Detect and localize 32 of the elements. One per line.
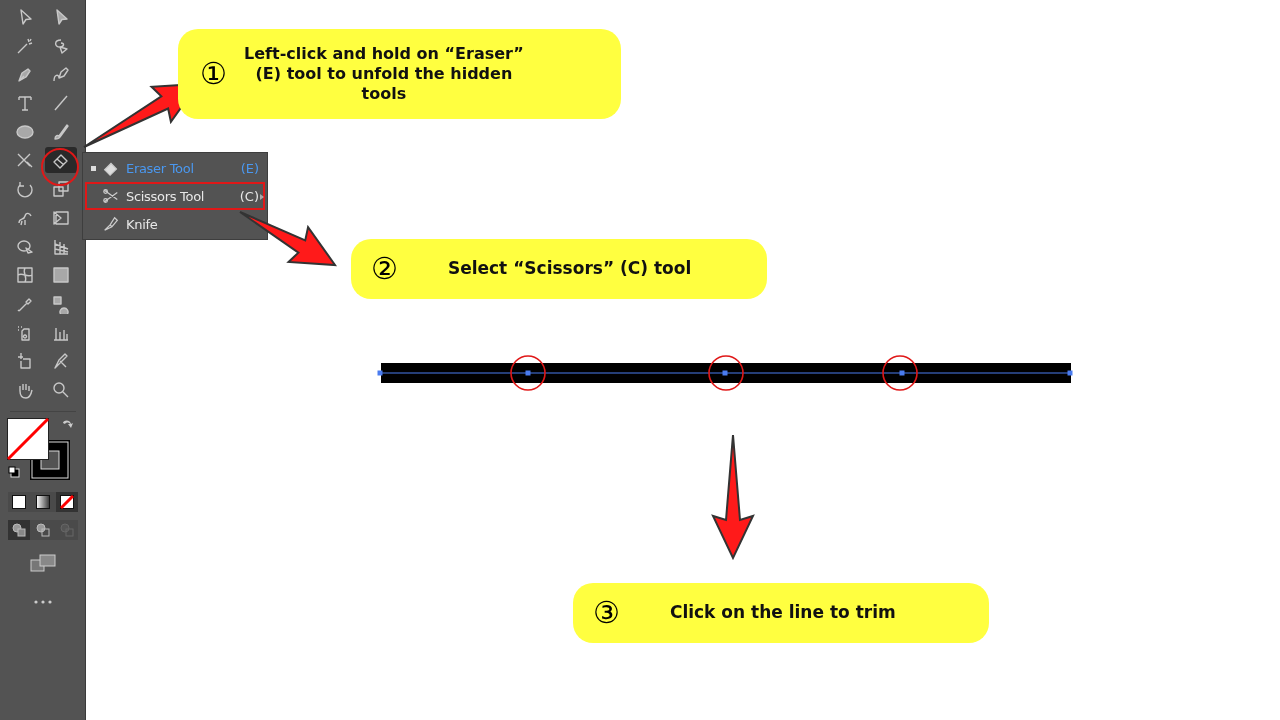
step-number: ③: [593, 598, 620, 628]
scale-icon: [50, 179, 71, 200]
mesh-icon: [14, 265, 35, 286]
draw-mode-icon: [35, 522, 50, 537]
draw-mode-icon: [11, 522, 26, 537]
draw-mode-button[interactable]: [7, 519, 30, 540]
callout-text: Left-click and hold on “Eraser” (E) tool to unfold the hidden tools: [243, 44, 525, 104]
screen-mode-icon[interactable]: [29, 553, 56, 572]
color-mode-button[interactable]: [55, 491, 78, 512]
gradient-swatch-icon: [35, 494, 50, 509]
fill-swatch[interactable]: [6, 417, 49, 460]
flyout-menu-item[interactable]: Scissors Tool (C): [85, 182, 265, 210]
scissors-icon: [102, 187, 120, 205]
callout-text: Select “Scissors” (C) tool: [447, 258, 692, 280]
submenu-arrow-icon: [260, 194, 264, 200]
gradient-icon: [50, 265, 71, 286]
highlight-circle: [41, 148, 79, 186]
draw-mode-icon: [59, 522, 74, 537]
tool-button[interactable]: [44, 147, 77, 174]
step-number: ②: [371, 254, 398, 284]
rotate-icon: [14, 179, 35, 200]
current-tool-bullet: [91, 165, 96, 171]
zoom-icon: [50, 379, 71, 400]
callout-text: Click on the line to trim: [669, 602, 896, 624]
color-swatch-icon: [11, 494, 26, 509]
flyout-menu-item[interactable]: Knife: [85, 210, 265, 238]
knife-icon: [102, 215, 120, 233]
blend-icon: [50, 293, 71, 314]
step-number: ①: [200, 59, 227, 89]
more-icon[interactable]: [33, 599, 52, 604]
none-swatch-icon: [59, 494, 74, 509]
default-colors-icon[interactable]: [7, 465, 20, 478]
